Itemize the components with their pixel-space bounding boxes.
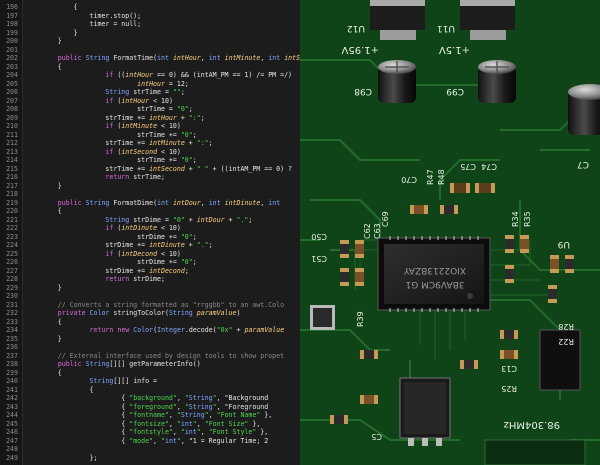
label-c69: C69 [381, 211, 390, 227]
label-c98: C98 [354, 86, 372, 96]
code-editor-photo: 196 {197 timer.stop(); 198 timer = null; 1… [0, 0, 300, 465]
label-v2: +1.5V [439, 44, 470, 55]
label-c13: C13 [501, 364, 517, 373]
label-r34: R34 [511, 211, 520, 227]
label-c75: C75 [460, 162, 476, 171]
label-r25: R25 [501, 384, 517, 393]
circuit-board-photo: XIO2213BZAY 3BAV9CM G1 U12 U11 +1.95V +1… [300, 0, 600, 465]
label-r48: R48 [437, 169, 446, 185]
code-line: 249 }; [0, 454, 300, 463]
label-r39: R39 [356, 311, 365, 327]
label-c5: C5 [371, 432, 382, 441]
chip-text-line-2: 3BAV9CM G1 [406, 279, 465, 289]
label-frequency: 98.304MHz [504, 419, 560, 430]
label-u12: U12 [347, 23, 365, 33]
label-r22: R22 [558, 337, 574, 346]
label-r28: R28 [558, 322, 574, 331]
label-c7: C7 [577, 159, 589, 169]
label-r47: R47 [426, 169, 435, 185]
label-c62: C62 [363, 223, 372, 239]
label-c74: C74 [481, 162, 497, 171]
label-u9: U9 [557, 239, 570, 249]
line-number: 249 [6, 453, 18, 462]
label-r35: R35 [523, 211, 532, 227]
photo-collage: 196 {197 timer.stop(); 198 timer = null; 1… [0, 0, 600, 465]
label-c51: C51 [311, 254, 327, 263]
label-c99: C99 [446, 86, 464, 96]
pcb-svg: XIO2213BZAY 3BAV9CM G1 U12 U11 +1.95V +1… [300, 0, 600, 465]
main-ic-chip: XIO2213BZAY 3BAV9CM G1 [377, 236, 491, 312]
chip-text-line-1: XIO2213BZAY [403, 265, 466, 275]
label-c70: C70 [401, 175, 417, 184]
power-ic [399, 377, 451, 446]
label-c63: C63 [373, 223, 382, 239]
label-v1: +1.95V [341, 44, 379, 55]
label-c50: C50 [311, 232, 327, 241]
label-u11: U11 [437, 23, 455, 33]
code-text: }; [26, 453, 98, 462]
